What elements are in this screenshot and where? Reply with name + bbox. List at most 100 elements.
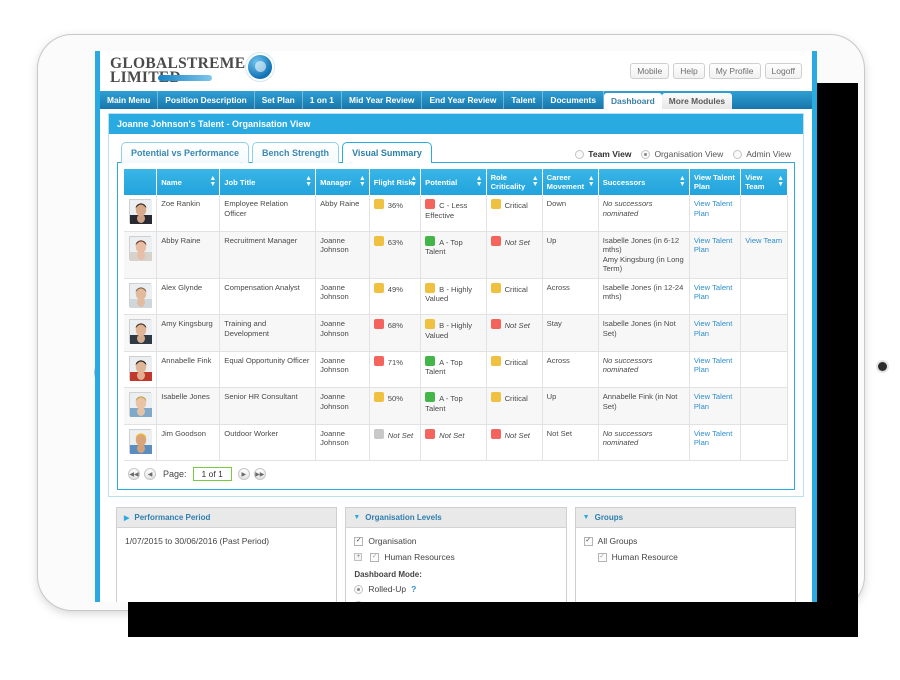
nav-item-main-menu[interactable]: Main Menu bbox=[100, 91, 159, 109]
checkbox-organisation-icon[interactable]: ✓ bbox=[354, 536, 364, 546]
column-header-potential[interactable]: Potential ▲ ▼ bbox=[420, 169, 487, 195]
nav-item-dashboard[interactable]: Dashboard bbox=[604, 93, 662, 109]
radio-admin-view[interactable]: Admin View bbox=[733, 149, 791, 159]
job-title-cell: Senior HR Consultant bbox=[219, 387, 317, 425]
view-team-cell-link[interactable]: View Team bbox=[745, 236, 782, 245]
view-talent-plan-cell-link[interactable]: View Talent Plan bbox=[694, 236, 733, 255]
successor-entry: No successors nominated bbox=[602, 428, 653, 448]
last-page-button[interactable]: ▶▶ bbox=[253, 468, 266, 480]
column-header-label: Flight Risk bbox=[373, 177, 413, 187]
column-header-flight-risk[interactable]: Flight Risk ▲ ▼ bbox=[369, 169, 422, 195]
role-criticality-cell-label: Critical bbox=[504, 284, 528, 294]
nav-item-more-modules[interactable]: More Modules bbox=[661, 93, 733, 109]
view-talent-plan-cell-link[interactable]: View Talent Plan bbox=[694, 319, 733, 338]
nav-item-1-on-1[interactable]: 1 on 1 bbox=[303, 91, 342, 109]
nav-item-talent[interactable]: Talent bbox=[504, 91, 544, 109]
nav-item-documents[interactable]: Documents bbox=[543, 91, 604, 109]
column-header-manager[interactable]: Manager ▲ ▼ bbox=[315, 169, 370, 195]
view-talent-plan-cell-link[interactable]: View Talent Plan bbox=[694, 429, 733, 448]
view-team-cell[interactable]: View Team bbox=[740, 231, 788, 279]
view-talent-plan-cell[interactable]: View Talent Plan bbox=[689, 231, 742, 279]
view-talent-plan-cell[interactable]: View Talent Plan bbox=[689, 387, 742, 425]
view-talent-plan-cell-link[interactable]: View Talent Plan bbox=[694, 392, 733, 411]
career-movement-cell: Stay bbox=[542, 314, 599, 352]
column-header-label: View Talent Plan bbox=[693, 173, 735, 191]
next-page-button[interactable]: ▶ bbox=[237, 468, 250, 480]
first-page-button[interactable]: ◀◀ bbox=[128, 468, 140, 480]
org-level-human-resources[interactable]: + ✓ Human Resources bbox=[354, 552, 557, 562]
rolled-up-help-icon[interactable]: ? bbox=[411, 584, 416, 594]
sort-arrows-icon[interactable]: ▲ ▼ bbox=[359, 175, 366, 188]
previous-page-button[interactable]: ◀ bbox=[144, 468, 156, 480]
career-movement-cell: Up bbox=[542, 387, 599, 425]
flight-risk-cell-label: 68% bbox=[387, 321, 403, 330]
expand-node-icon[interactable]: + bbox=[354, 553, 363, 561]
column-header-view-team[interactable]: View Team ▲ ▼ bbox=[740, 169, 788, 195]
organisation-levels-header[interactable]: ▼ Organisation Levels bbox=[346, 508, 566, 528]
logoff-button[interactable]: Logoff bbox=[764, 63, 802, 79]
sort-arrows-icon[interactable]: ▲ ▼ bbox=[532, 175, 539, 188]
org-level-organisation[interactable]: ✓ Organisation bbox=[354, 536, 557, 546]
nav-item-mid-year-review[interactable]: Mid Year Review bbox=[342, 91, 423, 109]
group-all-groups[interactable]: ✓ All Groups bbox=[583, 536, 787, 546]
sort-arrows-icon[interactable]: ▲ ▼ bbox=[410, 175, 417, 188]
sort-arrows-icon[interactable]: ▲ ▼ bbox=[209, 175, 216, 188]
flight-risk-cell: 71% bbox=[369, 351, 422, 388]
radio-team-view[interactable]: Team View bbox=[575, 149, 631, 159]
sort-arrows-icon[interactable]: ▲ ▼ bbox=[777, 175, 784, 188]
tab-potential-vs-performance[interactable]: Potential vs Performance bbox=[121, 142, 250, 163]
nav-item-position-description[interactable]: Position Description bbox=[158, 91, 255, 109]
widget-organisation-levels: ▼ Organisation Levels ✓ Organisation + ✓… bbox=[345, 507, 567, 602]
view-talent-plan-cell[interactable]: View Talent Plan bbox=[689, 351, 742, 388]
org-level-organisation-label: Organisation bbox=[368, 536, 417, 546]
column-header-role-criticality[interactable]: Role Criticality ▲ ▼ bbox=[486, 169, 543, 195]
tab-visual-summary[interactable]: Visual Summary bbox=[342, 142, 432, 163]
sort-arrows-icon[interactable]: ▲ ▼ bbox=[476, 175, 483, 188]
radio-rolled-up-icon[interactable] bbox=[354, 584, 364, 594]
view-talent-plan-cell-link[interactable]: View Talent Plan bbox=[694, 199, 733, 218]
view-talent-plan-cell[interactable]: View Talent Plan bbox=[689, 278, 742, 315]
view-talent-plan-cell-link[interactable]: View Talent Plan bbox=[694, 283, 733, 302]
view-talent-plan-cell[interactable]: View Talent Plan bbox=[689, 314, 742, 352]
help-button[interactable]: Help bbox=[673, 63, 705, 79]
flight-risk-cell: 63% bbox=[369, 231, 422, 279]
group-human-resource[interactable]: ✓ Human Resource bbox=[597, 552, 787, 562]
checkbox-all-groups-icon[interactable]: ✓ bbox=[583, 536, 593, 546]
column-header-successors[interactable]: Successors ▲ ▼ bbox=[598, 169, 690, 195]
column-header-name[interactable]: Name ▲ ▼ bbox=[156, 169, 221, 195]
nav-item-set-plan[interactable]: Set Plan bbox=[255, 91, 303, 109]
groups-header[interactable]: ▼ Groups bbox=[575, 508, 795, 528]
tab-bench-strength[interactable]: Bench Strength bbox=[252, 142, 340, 163]
status-chip-icon bbox=[373, 355, 384, 366]
column-header-job-title[interactable]: Job Title ▲ ▼ bbox=[219, 169, 317, 195]
page-number-input[interactable]: 1 of 1 bbox=[192, 467, 232, 481]
sort-arrows-icon[interactable]: ▲ ▼ bbox=[588, 175, 595, 188]
sort-arrows-icon[interactable]: ▲ ▼ bbox=[679, 175, 686, 188]
view-talent-plan-cell[interactable]: View Talent Plan bbox=[689, 195, 742, 232]
column-header-career-movement[interactable]: Career Movement ▲ ▼ bbox=[542, 169, 599, 195]
employee-name-cell: Jim Goodson bbox=[156, 424, 221, 461]
mode-rolled-up[interactable]: Rolled-Up ? bbox=[354, 584, 557, 594]
compare-help-icon[interactable]: ? bbox=[408, 600, 413, 602]
table-body: Zoe Rankin Employee Relation Officer Abby … bbox=[124, 195, 788, 461]
view-talent-plan-cell[interactable]: View Talent Plan bbox=[689, 424, 742, 461]
view-talent-plan-cell-link[interactable]: View Talent Plan bbox=[694, 356, 733, 375]
checkbox-human-resources-icon[interactable]: ✓ bbox=[370, 552, 380, 562]
radio-organisation-view[interactable]: Organisation View bbox=[641, 149, 723, 159]
radio-compare-icon[interactable] bbox=[354, 600, 364, 602]
status-chip-icon bbox=[425, 355, 436, 366]
flight-risk-cell-label: 63% bbox=[387, 237, 403, 247]
status-chip-icon bbox=[490, 282, 501, 293]
performance-period-header[interactable]: ▶ Performance Period bbox=[117, 508, 337, 528]
mode-compare[interactable]: Compare ? bbox=[354, 600, 557, 602]
avatar bbox=[129, 392, 153, 417]
avatar bbox=[129, 282, 153, 308]
mobile-button[interactable]: Mobile bbox=[630, 63, 670, 79]
status-chip-icon bbox=[490, 355, 501, 366]
nav-item-end-year-review[interactable]: End Year Review bbox=[422, 91, 505, 109]
checkbox-human-resource-icon[interactable]: ✓ bbox=[597, 552, 607, 562]
my-profile-button[interactable]: My Profile bbox=[708, 63, 761, 79]
flight-risk-cell: 50% bbox=[369, 387, 422, 425]
sort-arrows-icon[interactable]: ▲ ▼ bbox=[305, 175, 312, 188]
potential-cell: C - Less Effective bbox=[420, 195, 487, 232]
